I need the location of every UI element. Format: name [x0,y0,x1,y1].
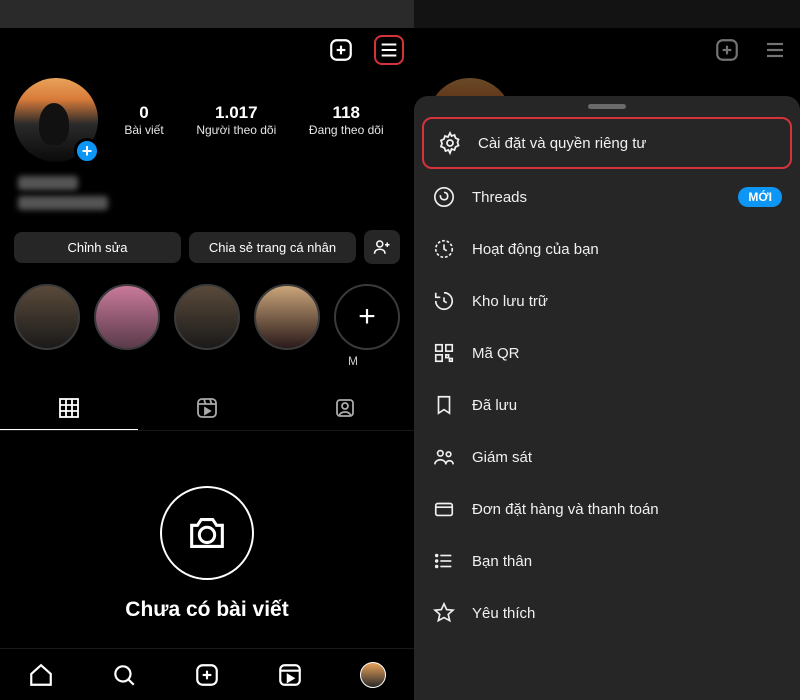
stat-posts-value: 0 [124,103,163,123]
menu-label: Hoạt động của bạn [472,241,599,258]
menu-label: Đơn đặt hàng và thanh toán [472,501,659,518]
display-name-block [0,166,414,220]
camera-icon [160,486,254,580]
menu-label: Bạn thân [472,553,532,570]
menu-settings-privacy[interactable]: Cài đặt và quyền riêng tư [422,117,792,169]
stat-following[interactable]: 118 Đang theo dõi [309,103,384,137]
share-profile-button[interactable]: Chia sẻ trang cá nhân [189,232,356,263]
settings-icon [438,131,462,155]
menu-label: Yêu thích [472,605,535,622]
menu-sheet: Cài đặt và quyền riêng tư Threads MỚI Ho… [414,96,800,700]
highlight-add[interactable]: + [334,284,400,350]
profile-tabs [0,386,414,431]
status-bar [0,0,414,28]
nav-home[interactable] [27,661,55,689]
menu-label: Mã QR [472,345,520,362]
threads-icon [432,185,456,209]
menu-threads[interactable]: Threads MỚI [414,171,800,223]
stat-posts[interactable]: 0 Bài viết [124,103,163,137]
stat-posts-label: Bài viết [124,123,163,137]
nav-profile[interactable] [359,661,387,689]
star-icon [432,601,456,625]
tab-tagged[interactable] [276,386,414,430]
menu-button[interactable] [374,35,404,65]
highlight-add-label: M [0,354,414,368]
profile-header: + 0 Bài viết 1.017 Người theo dõi 118 Đa… [0,72,414,166]
nav-search[interactable] [110,661,138,689]
menu-button[interactable] [760,35,790,65]
menu-favorites[interactable]: Yêu thích [414,587,800,639]
nav-create[interactable] [193,661,221,689]
highlight-item[interactable] [254,284,320,350]
menu-supervision[interactable]: Giám sát [414,431,800,483]
top-bar [414,28,800,72]
status-bar [414,0,800,28]
menu-activity[interactable]: Hoạt động của bạn [414,223,800,275]
tab-reels[interactable] [138,386,276,430]
menu-archive[interactable]: Kho lưu trữ [414,275,800,327]
supervision-icon [432,445,456,469]
menu-saved[interactable]: Đã lưu [414,379,800,431]
qr-icon [432,341,456,365]
stat-followers[interactable]: 1.017 Người theo dõi [196,103,276,137]
menu-close-friends[interactable]: Bạn thân [414,535,800,587]
bottom-nav [0,648,414,700]
highlight-item[interactable] [174,284,240,350]
activity-icon [432,237,456,261]
stat-followers-label: Người theo dõi [196,123,276,137]
highlight-item[interactable] [14,284,80,350]
menu-label: Threads [472,189,527,206]
bookmark-icon [432,393,456,417]
top-bar [0,28,414,72]
avatar[interactable]: + [14,78,98,162]
edit-profile-button[interactable]: Chỉnh sửa [14,232,181,263]
stat-following-label: Đang theo dõi [309,123,384,137]
menu-orders[interactable]: Đơn đặt hàng và thanh toán [414,483,800,535]
archive-icon [432,289,456,313]
nav-reels[interactable] [276,661,304,689]
menu-screen-right: 0Bài viết 1.017Người theo dõi 118Đang th… [414,0,800,700]
highlights-row: + [0,274,414,350]
stat-followers-value: 1.017 [196,103,276,123]
menu-label: Kho lưu trữ [472,293,548,310]
payment-icon [432,497,456,521]
menu-label: Đã lưu [472,397,517,414]
new-badge: MỚI [738,187,782,207]
highlight-item[interactable] [94,284,160,350]
create-button[interactable] [712,35,742,65]
discover-people-button[interactable] [364,230,400,264]
profile-screen-left: + 0 Bài viết 1.017 Người theo dõi 118 Đa… [0,0,414,700]
empty-text: Chưa có bài viết [125,598,288,622]
tab-grid[interactable] [0,386,138,430]
menu-qr[interactable]: Mã QR [414,327,800,379]
menu-label: Cài đặt và quyền riêng tư [478,135,646,152]
list-icon [432,549,456,573]
add-story-icon[interactable]: + [74,138,100,164]
action-buttons: Chỉnh sửa Chia sẻ trang cá nhân [0,220,414,274]
sheet-grabber[interactable] [588,104,626,109]
menu-label: Giám sát [472,449,532,466]
create-button[interactable] [326,35,356,65]
stat-following-value: 118 [309,103,384,123]
empty-state: Chưa có bài viết [0,431,414,648]
